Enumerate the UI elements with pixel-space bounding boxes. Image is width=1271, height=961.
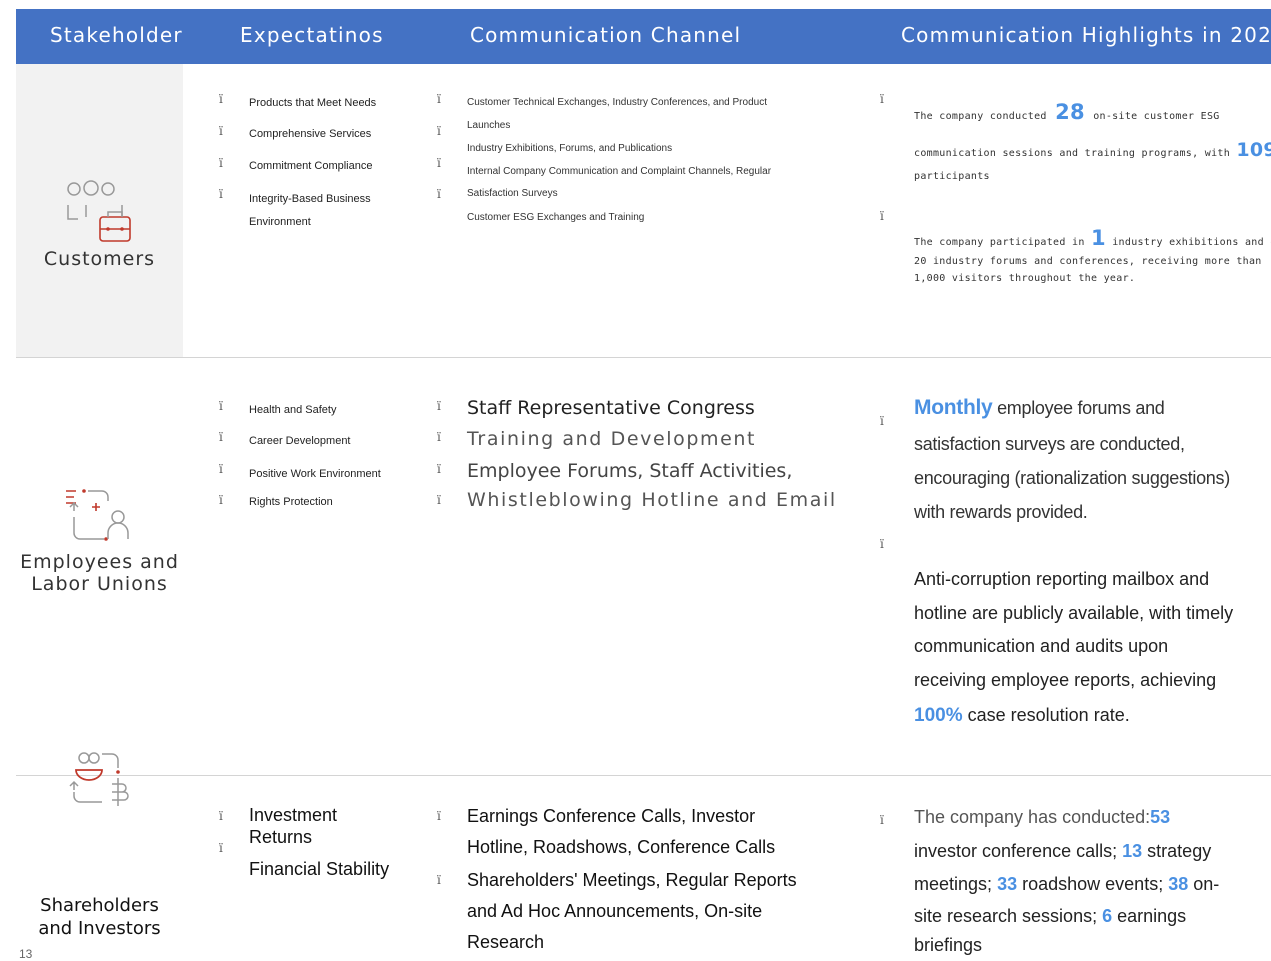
highlight-text: The company participated in 1 industry e…	[914, 226, 1271, 250]
highlight-text: meetings; 33 roadshow events; 38 on-	[914, 874, 1220, 894]
row-divider	[16, 775, 1271, 776]
bullet-icon: ï	[219, 430, 223, 444]
bullet-icon: ï	[219, 841, 223, 855]
bullet-icon: ï	[219, 493, 223, 507]
highlight-text: briefings	[914, 935, 983, 955]
highlight-text: Monthly employee forums and	[914, 396, 1165, 419]
bullet-icon: ï	[437, 156, 441, 170]
header-highlights: Communication Highlights in 2025	[901, 23, 1271, 47]
bullet-icon: ï	[880, 414, 884, 428]
highlight-text: The company has conducted:53	[914, 807, 1171, 827]
channel-item: Staff Representative Congress	[467, 397, 755, 419]
employees-icon	[66, 489, 129, 541]
bullet-icon: ï	[437, 124, 441, 138]
bullet-icon: ï	[437, 809, 441, 823]
expectation-item: Career Development	[249, 435, 351, 447]
expectation-item: Returns	[249, 827, 313, 847]
channel-item: Shareholders' Meetings, Regular Reports	[467, 870, 797, 890]
expectation-item: Integrity-Based Business	[249, 193, 371, 205]
highlight-text: Anti-corruption reporting mailbox and	[914, 569, 1210, 589]
channel-item: Customer Technical Exchanges, Industry C…	[467, 97, 767, 108]
header-expectations: Expectatinos	[240, 23, 384, 47]
channel-item: Internal Company Communication and Compl…	[467, 166, 772, 177]
expectation-item: Health and Safety	[249, 404, 337, 416]
expectation-item: Commitment Compliance	[249, 160, 373, 172]
row-divider	[16, 357, 1271, 358]
channel-item: Whistleblowing Hotline and Email	[467, 489, 837, 511]
highlight-text: 1,000 visitors throughout the year.	[914, 273, 1136, 284]
channel-item: Launches	[467, 120, 511, 131]
channel-item: and Ad Hoc Announcements, On-site	[467, 901, 763, 921]
channel-item: Training and Development	[467, 428, 757, 450]
customers-icon	[67, 180, 131, 242]
header-stakeholder: Stakeholder	[50, 23, 183, 47]
expectation-item: Financial Stability	[249, 859, 390, 879]
expectation-item: Investment	[249, 805, 338, 825]
bullet-icon: ï	[437, 493, 441, 507]
channel-item: Industry Exhibitions, Forums, and Public…	[467, 143, 673, 154]
highlight-text: The company conducted 28 on-site custome…	[914, 100, 1220, 124]
bullet-icon: ï	[880, 92, 884, 106]
highlight-text: encouraging (rationalization suggestions…	[914, 468, 1230, 488]
bullet-icon: ï	[219, 156, 223, 170]
expectation-item: Comprehensive Services	[249, 128, 372, 140]
bullet-icon: ï	[219, 399, 223, 413]
table-header: Stakeholder Expectatinos Communication C…	[16, 9, 1271, 64]
expectation-item: Environment	[249, 216, 311, 228]
bullet-icon: ï	[880, 209, 884, 223]
channel-item: Hotline, Roadshows, Conference Calls	[467, 837, 776, 857]
bullet-icon: ï	[219, 809, 223, 823]
highlight-text: communication and audits upon	[914, 636, 1169, 656]
bullet-icon: ï	[437, 92, 441, 106]
bullet-icon: ï	[219, 124, 223, 138]
employees-label: Employees and Labor Unions	[20, 551, 179, 595]
highlight-text: participants	[914, 171, 990, 182]
highlight-text: with rewards provided.	[914, 502, 1088, 522]
bullet-icon: ï	[219, 187, 223, 201]
bullet-icon: ï	[437, 187, 441, 201]
customers-label: Customers	[43, 248, 156, 270]
expectation-item: Rights Protection	[249, 496, 333, 508]
shareholders-icon	[69, 752, 129, 806]
bullet-icon: ï	[219, 92, 223, 106]
highlight-text: investor conference calls; 13 strategy	[914, 841, 1212, 861]
highlight-text: hotline are publicly available, with tim…	[914, 603, 1234, 623]
highlight-text: 100% case resolution rate.	[914, 705, 1130, 726]
channel-item: Customer ESG Exchanges and Training	[467, 212, 645, 223]
channel-item: Satisfaction Surveys	[467, 188, 558, 199]
channel-item: Research	[467, 932, 545, 952]
bullet-icon: ï	[437, 462, 441, 476]
highlight-text: site research sessions; 6 earnings	[914, 906, 1187, 926]
bullet-icon: ï	[437, 399, 441, 413]
page-number: 13	[19, 947, 33, 961]
highlight-text: communication sessions and training prog…	[914, 139, 1271, 161]
bullet-icon: ï	[219, 462, 223, 476]
highlight-text: receiving employee reports, achieving	[914, 670, 1217, 690]
channel-item: Employee Forums, Staff Activities,	[467, 460, 793, 482]
shareholders-label: Shareholders and Investors	[38, 895, 161, 939]
bullet-icon: ï	[437, 873, 441, 887]
bullet-icon: ï	[437, 430, 441, 444]
header-channel: Communication Channel	[470, 23, 742, 47]
bullet-icon: ï	[880, 537, 884, 551]
expectation-item: Positive Work Environment	[249, 468, 381, 480]
expectation-item: Products that Meet Needs	[249, 97, 377, 109]
highlight-text: 20 industry forums and conferences, rece…	[914, 256, 1262, 267]
bullet-icon: ï	[880, 813, 884, 827]
channel-item: Earnings Conference Calls, Investor	[467, 806, 756, 826]
highlight-text: satisfaction surveys are conducted,	[914, 434, 1185, 454]
